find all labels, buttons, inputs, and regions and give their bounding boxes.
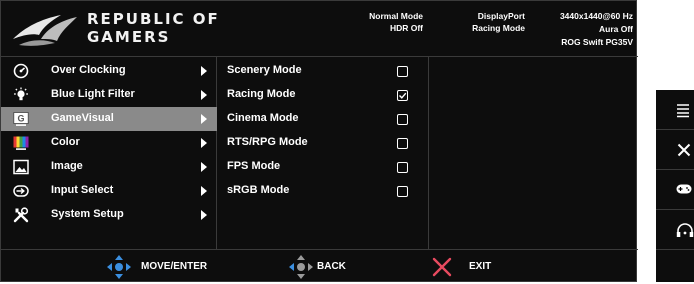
menu-item-label: Over Clocking xyxy=(51,64,126,76)
option-fps-mode[interactable]: FPS Mode xyxy=(217,155,429,179)
back-hint: BACK xyxy=(287,250,367,284)
menu-item-label: GameVisual xyxy=(51,112,114,124)
detail-panel xyxy=(429,57,638,249)
back-label: BACK xyxy=(317,261,346,272)
chevron-right-icon xyxy=(201,90,207,100)
gamevisual-icon: G xyxy=(13,112,29,126)
menu-item-label: Image xyxy=(51,160,83,172)
menu-button[interactable] xyxy=(656,90,694,130)
menu-item-input-select[interactable]: Input Select xyxy=(1,179,217,203)
chevron-right-icon xyxy=(201,162,207,172)
menu-item-system-setup[interactable]: System Setup xyxy=(1,203,217,227)
menu-item-label: System Setup xyxy=(51,208,124,220)
option-label: sRGB Mode xyxy=(227,184,290,196)
chevron-right-icon xyxy=(201,114,207,124)
speedometer-icon xyxy=(13,63,29,79)
gamevisual-icon-letter: G xyxy=(17,114,24,124)
option-srgb-mode[interactable]: sRGB Mode xyxy=(217,179,429,203)
option-rts-rpg-mode[interactable]: RTS/RPG Mode xyxy=(217,131,429,155)
option-label: Racing Mode xyxy=(227,88,296,100)
joystick-4way-icon xyxy=(107,255,131,279)
bulb-icon xyxy=(14,87,28,101)
checkbox-unchecked[interactable] xyxy=(397,162,408,173)
menu-item-blue-light-filter[interactable]: Blue Light Filter xyxy=(1,83,217,107)
joystick-left-icon xyxy=(289,255,313,279)
option-cinema-mode[interactable]: Cinema Mode xyxy=(217,107,429,131)
menu-item-gamevisual[interactable]: G GameVisual xyxy=(1,107,217,131)
checkbox-unchecked[interactable] xyxy=(397,114,408,125)
checkbox-checked[interactable] xyxy=(397,90,408,101)
close-icon xyxy=(677,143,691,157)
gamer-button[interactable] xyxy=(656,210,694,250)
status-normal-mode: Normal Mode xyxy=(369,11,423,21)
checkbox-unchecked[interactable] xyxy=(397,66,408,77)
osd-header: REPUBLIC OF GAMERS Normal Mode HDR Off D… xyxy=(1,1,638,57)
status-gamevisual-mode: Racing Mode xyxy=(472,23,525,33)
status-column-input: DisplayPort Racing Mode xyxy=(447,10,525,34)
option-label: FPS Mode xyxy=(227,160,281,172)
option-scenery-mode[interactable]: Scenery Mode xyxy=(217,59,429,83)
chevron-right-icon xyxy=(201,66,207,76)
close-button[interactable] xyxy=(656,130,694,170)
checkbox-unchecked[interactable] xyxy=(397,138,408,149)
rog-eye-logo-icon xyxy=(13,15,77,46)
status-resolution: 3440x1440@60 Hz xyxy=(559,11,633,21)
checkbox-unchecked[interactable] xyxy=(397,186,408,197)
input-select-icon xyxy=(13,185,29,197)
exit-x-icon xyxy=(432,257,452,277)
move-enter-hint: MOVE/ENTER xyxy=(105,250,225,284)
menu-item-label: Blue Light Filter xyxy=(51,88,135,100)
checkmark-icon xyxy=(399,92,407,99)
main-menu: Over Clocking Blue Light Filter G GameVi… xyxy=(1,57,217,249)
chevron-right-icon xyxy=(201,210,207,220)
color-bars-icon xyxy=(13,136,29,150)
move-enter-label: MOVE/ENTER xyxy=(141,261,208,272)
wrench-tools-icon xyxy=(13,207,29,223)
brand-name: REPUBLIC OF GAMERS xyxy=(87,10,220,46)
monitor-osd-panel: REPUBLIC OF GAMERS Normal Mode HDR Off D… xyxy=(0,0,638,283)
status-input-port: DisplayPort xyxy=(477,11,525,21)
option-racing-mode[interactable]: Racing Mode xyxy=(217,83,429,107)
side-button-strip xyxy=(656,90,694,282)
option-label: Cinema Mode xyxy=(227,112,299,124)
gamepad-icon xyxy=(676,184,692,194)
menu-item-label: Color xyxy=(51,136,80,148)
status-aura: Aura Off xyxy=(599,24,633,34)
status-column-display: 3440x1440@60 Hz Aura Off ROG Swift PG35V xyxy=(541,10,633,49)
exit-label: EXIT xyxy=(469,261,492,272)
gameplus-button[interactable] xyxy=(656,170,694,210)
status-model: ROG Swift PG35V xyxy=(561,37,633,47)
gamer-icon xyxy=(676,223,694,237)
chevron-right-icon xyxy=(201,138,207,148)
gamevisual-submenu: Scenery Mode Racing Mode Cinema Mode RTS… xyxy=(217,57,429,249)
image-icon xyxy=(13,159,29,175)
chevron-right-icon xyxy=(201,186,207,196)
menu-item-image[interactable]: Image xyxy=(1,155,217,179)
brand-line-2: GAMERS xyxy=(87,28,171,46)
option-label: RTS/RPG Mode xyxy=(227,136,308,148)
option-label: Scenery Mode xyxy=(227,64,302,76)
status-column-mode: Normal Mode HDR Off xyxy=(347,10,423,34)
menu-item-over-clocking[interactable]: Over Clocking xyxy=(1,59,217,83)
exit-hint: EXIT xyxy=(431,250,501,284)
menu-item-label: Input Select xyxy=(51,184,114,196)
menu-item-color[interactable]: Color xyxy=(1,131,217,155)
osd-footer: MOVE/ENTER BACK EXIT xyxy=(1,249,638,283)
brand-line-1: REPUBLIC OF xyxy=(87,10,220,28)
menu-icon xyxy=(677,104,689,118)
status-hdr: HDR Off xyxy=(389,23,423,33)
